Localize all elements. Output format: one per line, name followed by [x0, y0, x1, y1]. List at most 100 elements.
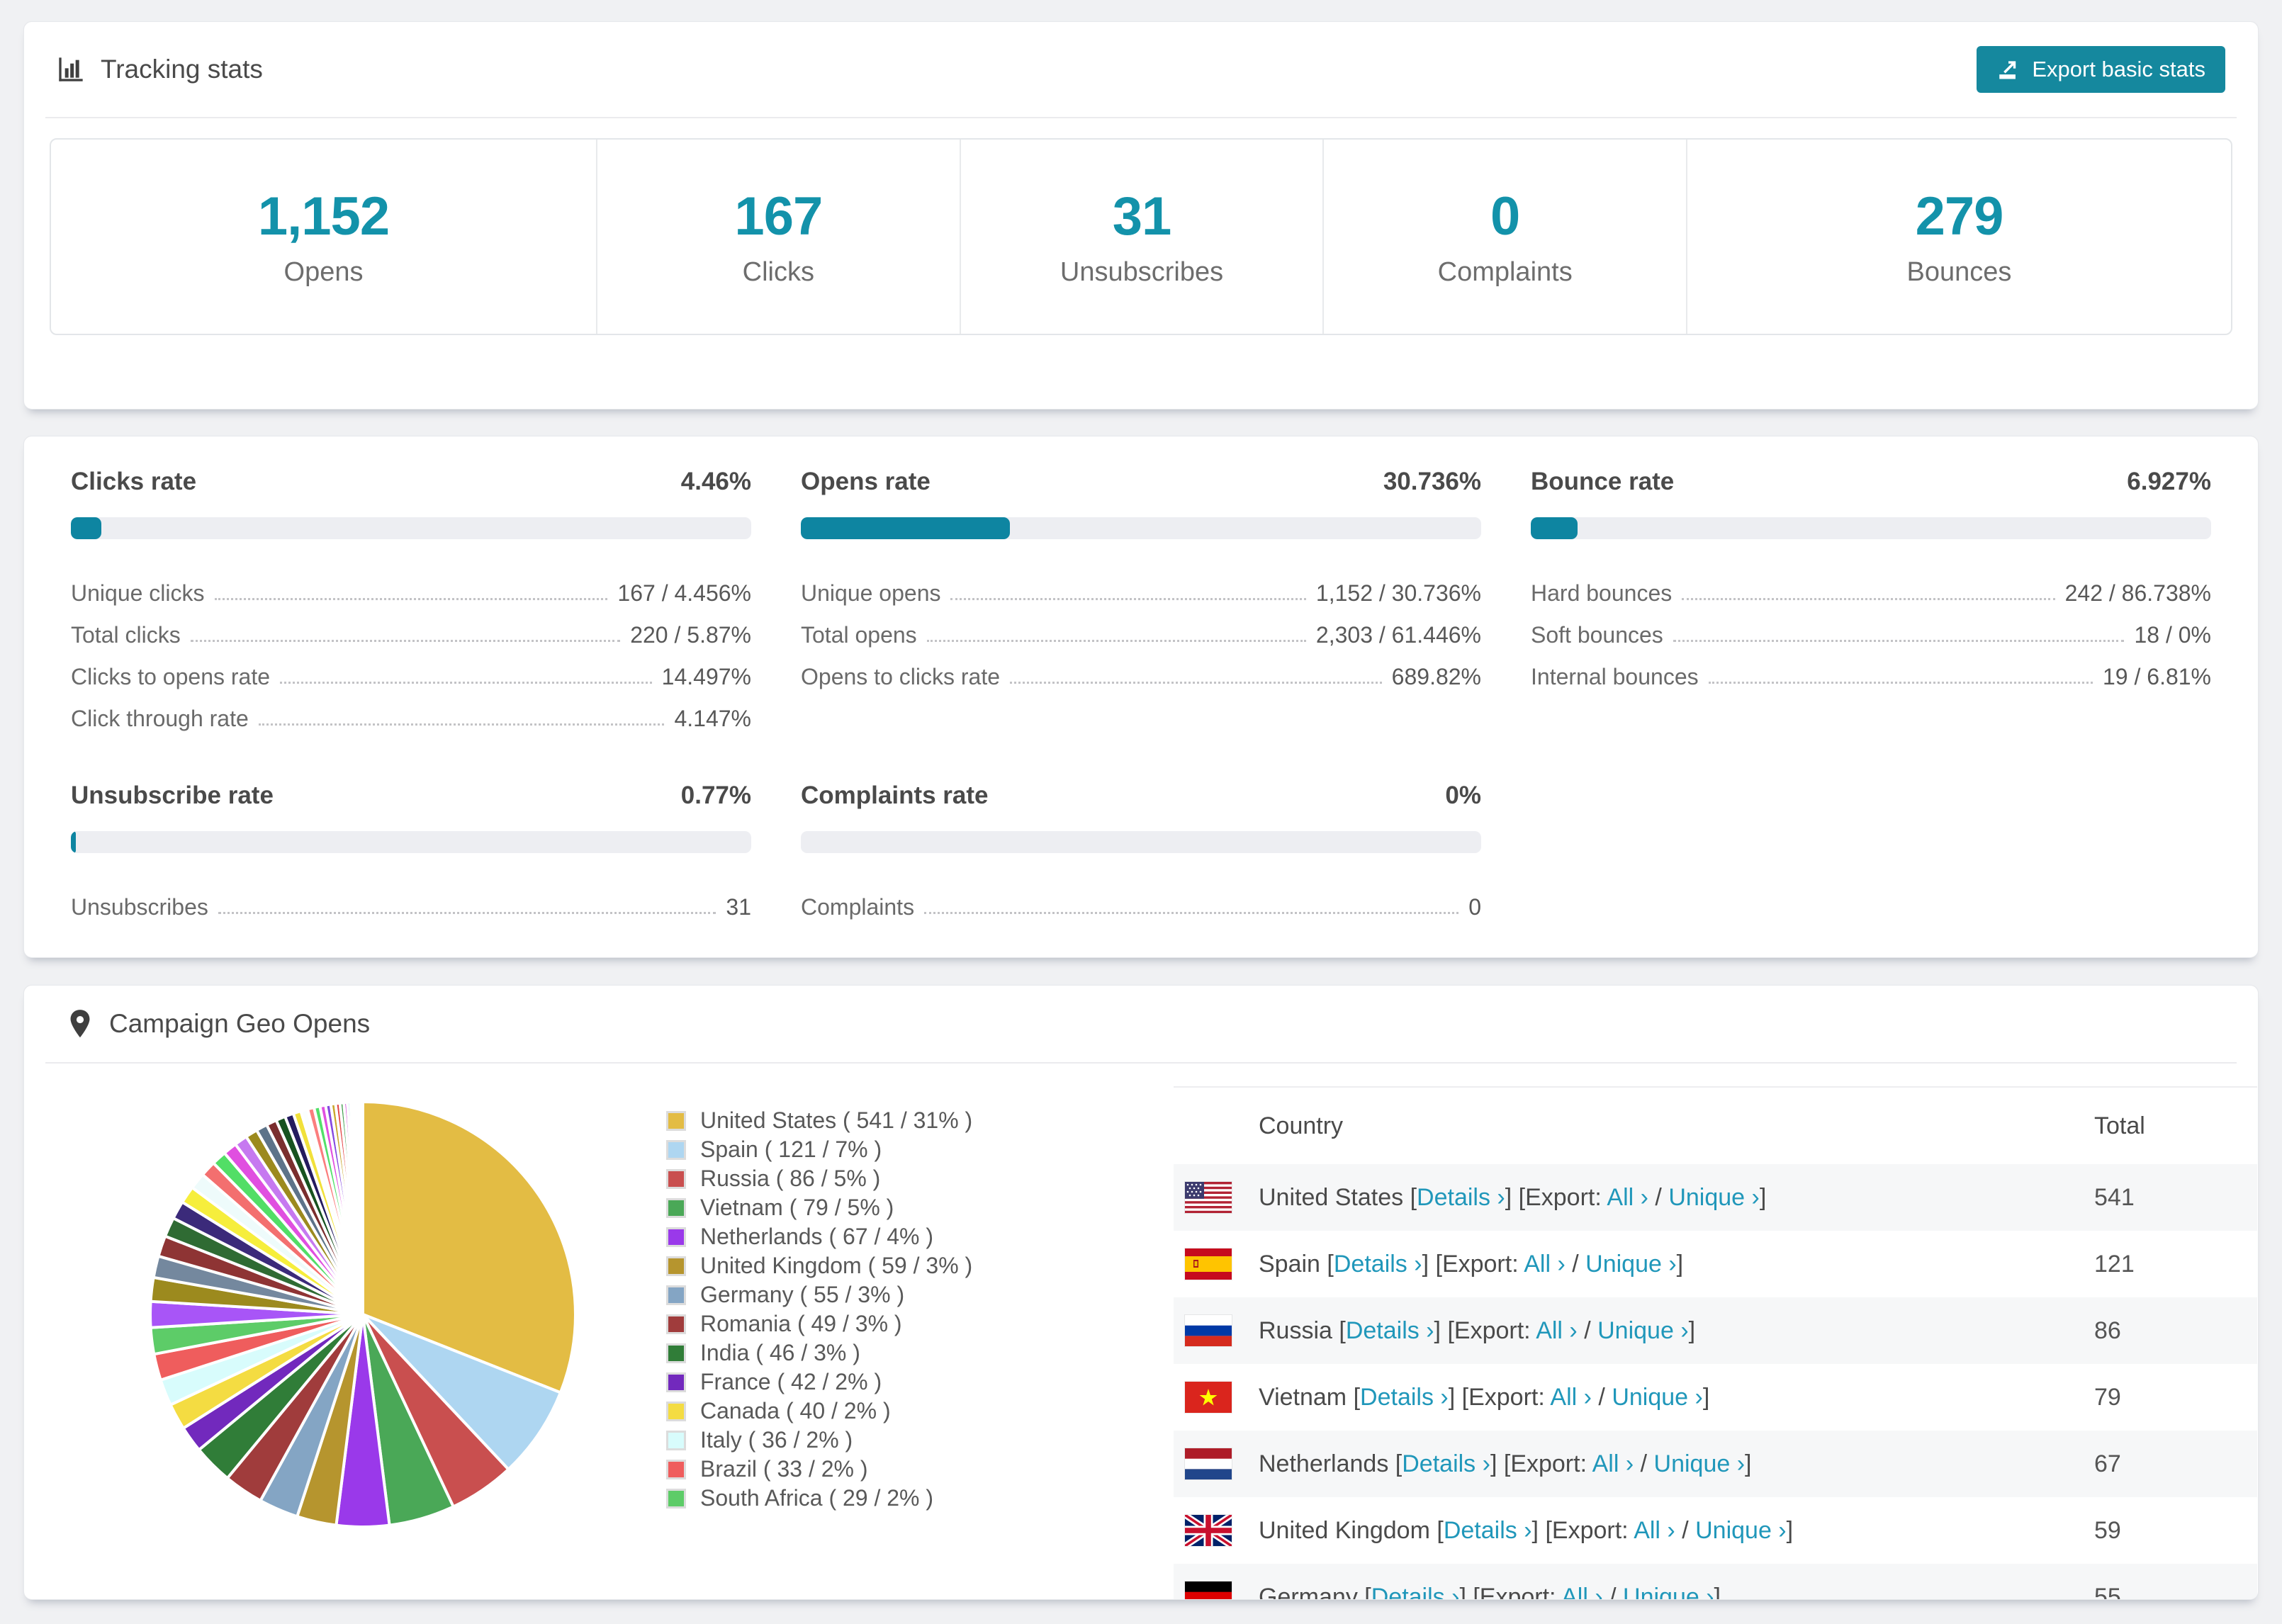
- hard-bounces-label: Hard bounces: [1531, 580, 1673, 606]
- export-all-link[interactable]: All ›: [1592, 1450, 1634, 1477]
- clicks-rate-title: Clicks rate: [71, 468, 197, 495]
- geo-country-table: Country Total United States [Details ›] …: [1174, 1086, 2257, 1600]
- complaints-count: 0: [1490, 186, 1520, 247]
- legend-swatch: [666, 1430, 686, 1450]
- opens-label: Opens: [283, 257, 364, 287]
- details-link[interactable]: Details ›: [1402, 1450, 1490, 1477]
- stat-bounces: 279 Bounces: [1686, 140, 2231, 334]
- unsubscribe-rate-title: Unsubscribe rate: [71, 782, 274, 809]
- opens-count: 1,152: [257, 186, 390, 247]
- legend-item: Spain ( 121 / 7% ): [666, 1135, 972, 1164]
- country-name: Netherlands: [1259, 1450, 1389, 1477]
- bounce-rate-value: 6.927%: [2127, 468, 2211, 495]
- legend-item: India ( 46 / 3% ): [666, 1338, 972, 1368]
- legend-item: Romania ( 49 / 3% ): [666, 1309, 972, 1338]
- clicks-to-opens-label: Clicks to opens rate: [71, 664, 271, 689]
- stat-clicks: 167 Clicks: [596, 140, 960, 334]
- opens-to-clicks-label: Opens to clicks rate: [801, 664, 1000, 689]
- export-icon: [1999, 61, 2016, 79]
- internal-bounces-value: 19 / 6.81%: [2103, 664, 2211, 689]
- bar-chart-icon: [59, 57, 83, 81]
- country-name: Vietnam: [1259, 1383, 1347, 1411]
- country-total: 55: [2094, 1583, 2121, 1600]
- export-all-link[interactable]: All ›: [1607, 1184, 1648, 1211]
- complaints-label: Complaints: [801, 894, 915, 920]
- geo-header-divider: [45, 1062, 2237, 1064]
- clicks-rate-progress-fill: [71, 517, 101, 539]
- country-total: 59: [2094, 1516, 2121, 1544]
- geo-opens-header: Campaign Geo Opens: [24, 986, 2258, 1062]
- table-row-germany: Germany [Details ›] [Export: All › / Uni…: [1174, 1564, 2257, 1600]
- flag-germany-icon: [1184, 1581, 1232, 1599]
- header-divider: [45, 117, 2237, 118]
- details-link[interactable]: Details ›: [1444, 1517, 1532, 1544]
- export-unique-link[interactable]: Unique ›: [1623, 1584, 1714, 1600]
- export-unique-link[interactable]: Unique ›: [1597, 1317, 1689, 1344]
- export-all-link[interactable]: All ›: [1536, 1317, 1578, 1344]
- soft-bounces-label: Soft bounces: [1531, 622, 1663, 648]
- complaints-rate-title: Complaints rate: [801, 782, 989, 809]
- country-name: Germany: [1259, 1583, 1358, 1600]
- stat-complaints: 0 Complaints: [1322, 140, 1686, 334]
- geo-pie-wrap: [146, 1098, 580, 1531]
- opens-rate-title: Opens rate: [801, 468, 931, 495]
- legend-swatch: [666, 1314, 686, 1334]
- export-all-link[interactable]: All ›: [1550, 1384, 1592, 1411]
- legend-item: France ( 42 / 2% ): [666, 1368, 972, 1397]
- total-clicks-value: 220 / 5.87%: [630, 622, 751, 648]
- total-opens-label: Total opens: [801, 622, 917, 648]
- export-all-link[interactable]: All ›: [1561, 1584, 1603, 1600]
- export-unique-link[interactable]: Unique ›: [1695, 1517, 1787, 1544]
- country-total: 86: [2094, 1316, 2121, 1344]
- table-row-united-kingdom: United Kingdom [Details ›] [Export: All …: [1174, 1497, 2257, 1564]
- legend-item: Russia ( 86 / 5% ): [666, 1164, 972, 1193]
- details-link[interactable]: Details ›: [1334, 1251, 1422, 1278]
- export-unique-link[interactable]: Unique ›: [1612, 1384, 1703, 1411]
- export-all-link[interactable]: All ›: [1524, 1251, 1566, 1278]
- unsubscribes-label: Unsubscribes: [71, 894, 208, 920]
- legend-item: United States ( 541 / 31% ): [666, 1106, 972, 1135]
- details-link[interactable]: Details ›: [1417, 1184, 1505, 1211]
- legend-swatch: [666, 1285, 686, 1305]
- legend-swatch: [666, 1168, 686, 1189]
- unsubscribe-rate-progressbar: [71, 831, 751, 853]
- details-link[interactable]: Details ›: [1346, 1317, 1434, 1344]
- legend-swatch: [666, 1139, 686, 1160]
- export-unique-link[interactable]: Unique ›: [1654, 1450, 1746, 1477]
- table-row-spain: Spain [Details ›] [Export: All › / Uniqu…: [1174, 1231, 2257, 1297]
- opens-to-clicks-value: 689.82%: [1391, 664, 1481, 689]
- clicks-rate-value: 4.46%: [680, 468, 751, 495]
- legend-item: Vietnam ( 79 / 5% ): [666, 1193, 972, 1222]
- geo-legend: United States ( 541 / 31% ) Spain ( 121 …: [666, 1106, 972, 1513]
- details-link[interactable]: Details ›: [1371, 1584, 1460, 1600]
- unsubscribe-rate-progress-fill: [71, 831, 77, 853]
- export-all-link[interactable]: All ›: [1634, 1517, 1675, 1544]
- legend-swatch: [666, 1256, 686, 1276]
- country-name: Spain: [1259, 1250, 1320, 1278]
- tracking-stats-card: Tracking stats Export basic stats 1,152 …: [23, 21, 2259, 410]
- flag-netherlands-icon: [1184, 1448, 1232, 1480]
- unique-clicks-label: Unique clicks: [71, 580, 205, 606]
- clicks-rate-block: Clicks rate 4.46% Unique clicks 167 / 4.4…: [71, 468, 751, 732]
- export-unique-link[interactable]: Unique ›: [1585, 1251, 1677, 1278]
- country-column-header: Country: [1259, 1112, 1344, 1139]
- table-row-united-states: United States [Details ›] [Export: All ›…: [1174, 1164, 2257, 1231]
- clicks-to-opens-value: 14.497%: [661, 664, 751, 689]
- geo-opens-title: Campaign Geo Opens: [109, 1009, 371, 1038]
- bounce-rate-title: Bounce rate: [1531, 468, 1675, 495]
- details-link[interactable]: Details ›: [1360, 1384, 1449, 1411]
- click-through-value: 4.147%: [674, 706, 751, 731]
- legend-item: Canada ( 40 / 2% ): [666, 1397, 972, 1426]
- tracking-stats-header: Tracking stats Export basic stats: [24, 22, 2258, 117]
- map-pin-icon: [70, 1010, 90, 1038]
- unsubscribes-value: 31: [726, 894, 751, 920]
- page-title: Tracking stats: [101, 55, 263, 84]
- click-through-label: Click through rate: [71, 706, 249, 731]
- legend-swatch: [666, 1372, 686, 1392]
- export-unique-link[interactable]: Unique ›: [1668, 1184, 1760, 1211]
- clicks-rate-progressbar: [71, 517, 751, 539]
- total-column-header: Total: [2094, 1112, 2145, 1139]
- legend-swatch: [666, 1343, 686, 1363]
- complaints-value: 0: [1468, 894, 1481, 920]
- export-basic-stats-button[interactable]: Export basic stats: [1977, 46, 2225, 93]
